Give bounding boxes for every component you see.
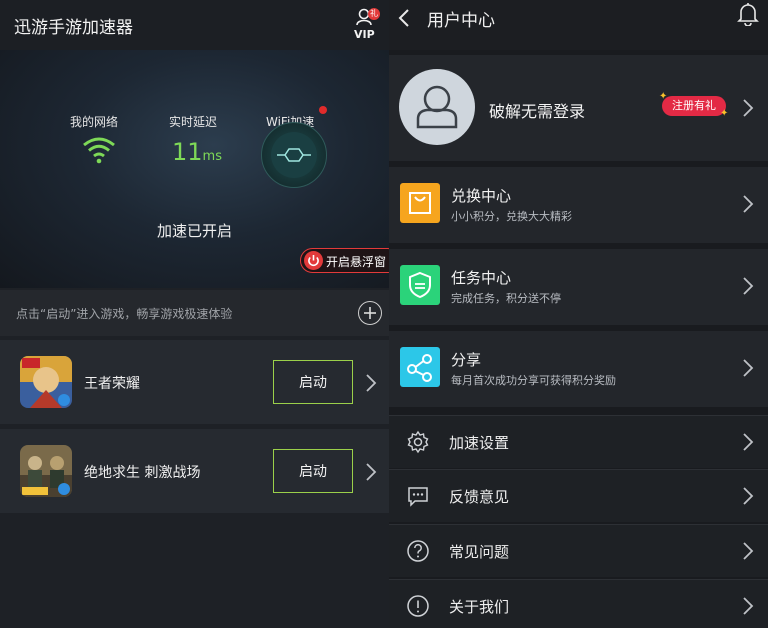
network-label: 我的网络 — [70, 115, 119, 129]
wifi-icon — [82, 136, 116, 168]
vip-label: VIP — [354, 28, 375, 41]
default-avatar-icon — [416, 85, 458, 129]
back-arrow-icon[interactable] — [397, 8, 411, 28]
power-icon — [304, 251, 323, 270]
sparkle-icon: ✦ — [720, 108, 729, 119]
chevron-right-icon — [743, 433, 754, 451]
share-item[interactable]: 分享 每月首次成功分享可获得积分奖励 — [389, 331, 768, 407]
latency-unit: ms — [202, 149, 222, 164]
exchange-center-item[interactable]: 兑换中心 小小积分，兑换大大精彩 — [389, 167, 768, 243]
feature-title: 分享 — [451, 351, 482, 369]
settings-label: 加速设置 — [449, 434, 510, 452]
game-icon-honor-of-kings — [20, 356, 72, 408]
feedback-item[interactable]: 反馈意见 — [389, 469, 768, 522]
feature-title: 任务中心 — [451, 269, 512, 287]
chevron-right-icon — [366, 463, 377, 481]
accelerator-screen: 迅游手游加速器 礼 VIP 我的网络 实时延迟 11ms 加速已开启 开启悬浮窗… — [0, 0, 389, 628]
gear-icon — [407, 430, 429, 454]
chevron-right-icon — [743, 277, 754, 295]
acceleration-status: 加速已开启 — [156, 222, 232, 240]
faq-item[interactable]: 常见问题 — [389, 524, 768, 577]
settings-label: 常见问题 — [449, 543, 510, 561]
profile-card[interactable]: 破解无需登录 注册有礼 ✦ ✦ — [389, 55, 768, 161]
router-icon — [277, 148, 311, 162]
network-stat: 我的网络 — [70, 113, 118, 130]
game-name: 绝地求生 刺激战场 — [84, 465, 201, 481]
acceleration-settings-item[interactable]: 加速设置 — [389, 415, 768, 468]
game-name: 王者荣耀 — [84, 376, 140, 392]
share-icon — [400, 347, 440, 387]
about-us-item[interactable]: 关于我们 — [389, 579, 768, 628]
register-gift-badge[interactable]: 注册有礼 — [662, 96, 726, 116]
game-row[interactable]: 绝地求生 刺激战场 启动 — [0, 429, 389, 513]
profile-name: 破解无需登录 — [489, 102, 586, 121]
hint-bar: 点击“启动”进入游戏，畅享游戏极速体验 — [0, 290, 389, 336]
latency-value: 11 — [172, 138, 203, 166]
avatar — [399, 69, 475, 145]
feature-subtitle: 每月首次成功分享可获得积分奖励 — [451, 374, 616, 387]
feature-subtitle: 小小积分，兑换大大精彩 — [451, 210, 572, 223]
bell-icon[interactable] — [737, 2, 759, 26]
acceleration-panel: 我的网络 实时延迟 11ms WiFi加速 — [0, 50, 389, 288]
app-title: 迅游手游加速器 — [14, 18, 133, 38]
game-icon-pubg-mobile — [20, 445, 72, 497]
chevron-right-icon — [743, 359, 754, 377]
game-row[interactable]: 王者荣耀 启动 — [0, 340, 389, 424]
latency-readout: 11ms — [172, 138, 222, 166]
settings-label: 反馈意见 — [449, 488, 510, 506]
question-icon — [407, 540, 429, 562]
latency-stat: 实时延迟 — [169, 113, 217, 130]
settings-label: 关于我们 — [449, 598, 510, 616]
chat-icon — [408, 487, 428, 507]
shopping-bag-icon — [400, 183, 440, 223]
shield-icon — [400, 265, 440, 305]
plus-icon — [364, 307, 376, 319]
chevron-right-icon — [743, 487, 754, 505]
hint-text: 点击“启动”进入游戏，畅享游戏极速体验 — [16, 307, 233, 321]
launch-button[interactable]: 启动 — [273, 360, 353, 404]
float-window-button[interactable]: 开启悬浮窗 — [300, 248, 389, 273]
wifi-accel-core — [271, 132, 317, 178]
chevron-right-icon — [743, 542, 754, 560]
gift-badge: 礼 — [368, 8, 380, 20]
app-header: 迅游手游加速器 礼 VIP — [0, 0, 389, 50]
sparkle-icon: ✦ — [659, 91, 668, 102]
feature-title: 兑换中心 — [451, 187, 512, 205]
chevron-right-icon — [743, 195, 754, 213]
launch-button[interactable]: 启动 — [273, 449, 353, 493]
latency-label: 实时延迟 — [169, 115, 218, 129]
chevron-right-icon — [743, 597, 754, 615]
info-icon — [407, 595, 429, 617]
user-center-screen: 用户中心 破解无需登录 注册有礼 ✦ ✦ 兑换中心 小小积分，兑换大大精彩 任务… — [389, 0, 768, 628]
chevron-right-icon — [743, 99, 754, 117]
page-title: 用户中心 — [427, 11, 495, 31]
vip-button[interactable]: 礼 VIP — [350, 6, 382, 42]
add-game-button[interactable] — [358, 301, 382, 325]
user-center-header: 用户中心 — [389, 0, 768, 50]
wifi-notice-dot — [319, 106, 327, 114]
float-window-label: 开启悬浮窗 — [326, 255, 387, 269]
task-center-item[interactable]: 任务中心 完成任务，积分送不停 — [389, 249, 768, 325]
wifi-accel-button[interactable] — [261, 122, 327, 188]
feature-subtitle: 完成任务，积分送不停 — [451, 292, 561, 305]
chevron-right-icon — [366, 374, 377, 392]
